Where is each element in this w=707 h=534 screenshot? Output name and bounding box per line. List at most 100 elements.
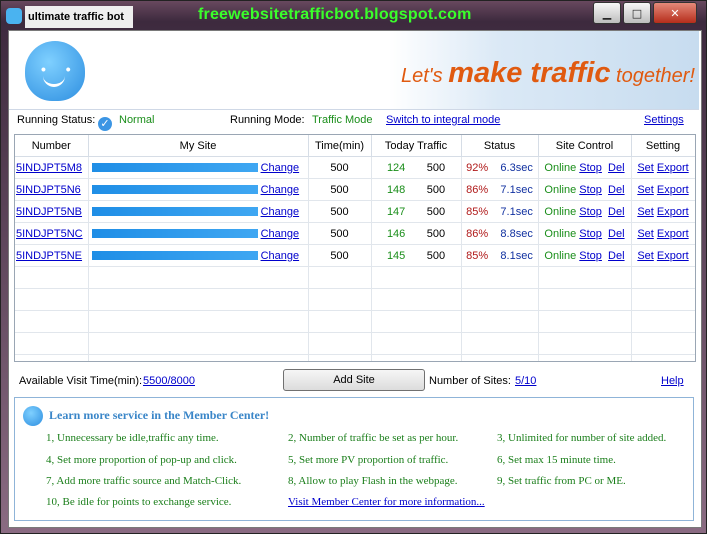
- empty-cell: [371, 332, 462, 355]
- export-link[interactable]: Export: [657, 228, 689, 240]
- site-url-redacted: [91, 207, 258, 217]
- online-status: Online: [544, 205, 577, 218]
- status-cell: 92% 6.3sec: [461, 156, 539, 179]
- export-link[interactable]: Export: [657, 206, 689, 218]
- time-cell: 500: [308, 178, 372, 201]
- stop-link[interactable]: Stop: [579, 228, 602, 240]
- stop-link[interactable]: Stop: [579, 250, 602, 262]
- delete-link[interactable]: Del: [608, 228, 625, 240]
- export-link[interactable]: Export: [657, 250, 689, 262]
- header-setting[interactable]: Setting: [631, 135, 695, 157]
- help-link[interactable]: Help: [661, 375, 684, 387]
- member-item-9: 9, Set traffic from PC or ME.: [497, 475, 626, 487]
- site-number[interactable]: 5INDJPT5M8: [16, 162, 82, 174]
- setting-cell: Set Export: [631, 156, 695, 179]
- visit-member-center-link[interactable]: Visit Member Center for more information…: [288, 496, 485, 508]
- settings-link[interactable]: Settings: [644, 114, 684, 126]
- table-row[interactable]: 5INDJPT5N6 Change 500 148 500 86% 7.1sec Onl…: [15, 178, 695, 201]
- table-row[interactable]: 5INDJPT5NC Change 500 146 500 86% 8.8sec Onl…: [15, 222, 695, 245]
- set-link[interactable]: Set: [637, 250, 654, 262]
- status-cell: 85% 8.1sec: [461, 244, 539, 267]
- empty-table-row: [15, 332, 695, 355]
- change-site-link[interactable]: Change: [261, 250, 300, 262]
- site-number[interactable]: 5INDJPT5NC: [16, 228, 83, 240]
- mascot-logo: • •: [25, 41, 85, 101]
- delete-link[interactable]: Del: [608, 250, 625, 262]
- change-site-link[interactable]: Change: [261, 228, 300, 240]
- header-my-site[interactable]: My Site: [88, 135, 309, 157]
- empty-cell: [308, 310, 372, 333]
- member-mascot-icon: [23, 406, 43, 426]
- member-item-4: 4, Set more proportion of pop-up and cli…: [46, 454, 237, 466]
- setting-cell: Set Export: [631, 178, 695, 201]
- export-link[interactable]: Export: [657, 184, 689, 196]
- delete-link[interactable]: Del: [608, 206, 625, 218]
- table-row[interactable]: 5INDJPT5NE Change 500 145 500 85% 8.1sec Onl…: [15, 244, 695, 267]
- stop-link[interactable]: Stop: [579, 162, 602, 174]
- today-count: 148: [386, 183, 406, 196]
- minimize-icon[interactable]: ▁: [593, 2, 621, 24]
- header-number[interactable]: Number: [15, 135, 89, 157]
- delete-link[interactable]: Del: [608, 162, 625, 174]
- switch-integral-mode-link[interactable]: Switch to integral mode: [386, 114, 500, 126]
- today-total: 500: [426, 205, 446, 218]
- set-link[interactable]: Set: [637, 162, 654, 174]
- delete-link[interactable]: Del: [608, 184, 625, 196]
- time-cell: 500: [308, 222, 372, 245]
- status-seconds: 8.8sec: [500, 227, 533, 240]
- header-today-traffic[interactable]: Today Traffic: [371, 135, 462, 157]
- set-link[interactable]: Set: [637, 184, 654, 196]
- close-icon[interactable]: ✕: [653, 2, 697, 24]
- change-site-link[interactable]: Change: [261, 162, 300, 174]
- site-control-cell: Online Stop Del: [538, 178, 632, 201]
- table-row[interactable]: 5INDJPT5M8 Change 500 124 500 92% 6.3sec Onl…: [15, 156, 695, 179]
- site-number[interactable]: 5INDJPT5NE: [16, 250, 82, 262]
- slogan: Let's make traffic together!: [401, 57, 695, 90]
- visit-time-value[interactable]: 5500/8000: [143, 375, 195, 387]
- site-number[interactable]: 5INDJPT5NB: [16, 206, 82, 218]
- online-status: Online: [544, 227, 577, 240]
- setting-cell: Set Export: [631, 244, 695, 267]
- change-site-link[interactable]: Change: [261, 184, 300, 196]
- member-item-10: 10, Be idle for points to exchange servi…: [46, 496, 232, 508]
- empty-cell: [88, 266, 309, 289]
- set-link[interactable]: Set: [637, 228, 654, 240]
- status-seconds: 7.1sec: [500, 205, 533, 218]
- change-site-link[interactable]: Change: [261, 206, 300, 218]
- export-link[interactable]: Export: [657, 162, 689, 174]
- today-traffic-cell: 148 500: [371, 178, 462, 201]
- header-site-control[interactable]: Site Control: [538, 135, 632, 157]
- set-link[interactable]: Set: [637, 206, 654, 218]
- status-percent: 85%: [466, 205, 489, 218]
- header-status[interactable]: Status: [461, 135, 539, 157]
- bottom-bar: Available Visit Time(min): 5500/8000 Add…: [9, 367, 699, 395]
- maximize-icon[interactable]: □: [623, 2, 651, 24]
- empty-cell: [308, 288, 372, 311]
- empty-cell: [88, 288, 309, 311]
- status-cell: 85% 7.1sec: [461, 200, 539, 223]
- check-icon-glyph: ✓: [98, 117, 112, 131]
- today-total: 500: [426, 161, 446, 174]
- empty-cell: [538, 288, 632, 311]
- running-mode-label: Running Mode:: [230, 114, 305, 126]
- site-number[interactable]: 5INDJPT5N6: [16, 184, 81, 196]
- table-row[interactable]: 5INDJPT5NB Change 500 147 500 85% 7.1sec Onl…: [15, 200, 695, 223]
- status-row: Running Status: ✓ Normal Running Mode: T…: [9, 109, 699, 131]
- empty-cell: [15, 332, 89, 355]
- empty-cell: [631, 266, 695, 289]
- stop-link[interactable]: Stop: [579, 206, 602, 218]
- time-cell: 500: [308, 244, 372, 267]
- running-status-value: Normal: [119, 114, 155, 126]
- today-traffic-cell: 145 500: [371, 244, 462, 267]
- slogan-prefix: Let's: [401, 65, 449, 87]
- stop-link[interactable]: Stop: [579, 184, 602, 196]
- site-control-cell: Online Stop Del: [538, 156, 632, 179]
- add-site-button[interactable]: Add Site: [283, 369, 425, 391]
- empty-cell: [631, 354, 695, 361]
- running-mode-value: Traffic Mode: [312, 114, 373, 126]
- header-time[interactable]: Time(min): [308, 135, 372, 157]
- empty-cell: [88, 310, 309, 333]
- empty-cell: [308, 332, 372, 355]
- today-total: 500: [426, 249, 446, 262]
- num-sites-value[interactable]: 5/10: [515, 375, 536, 387]
